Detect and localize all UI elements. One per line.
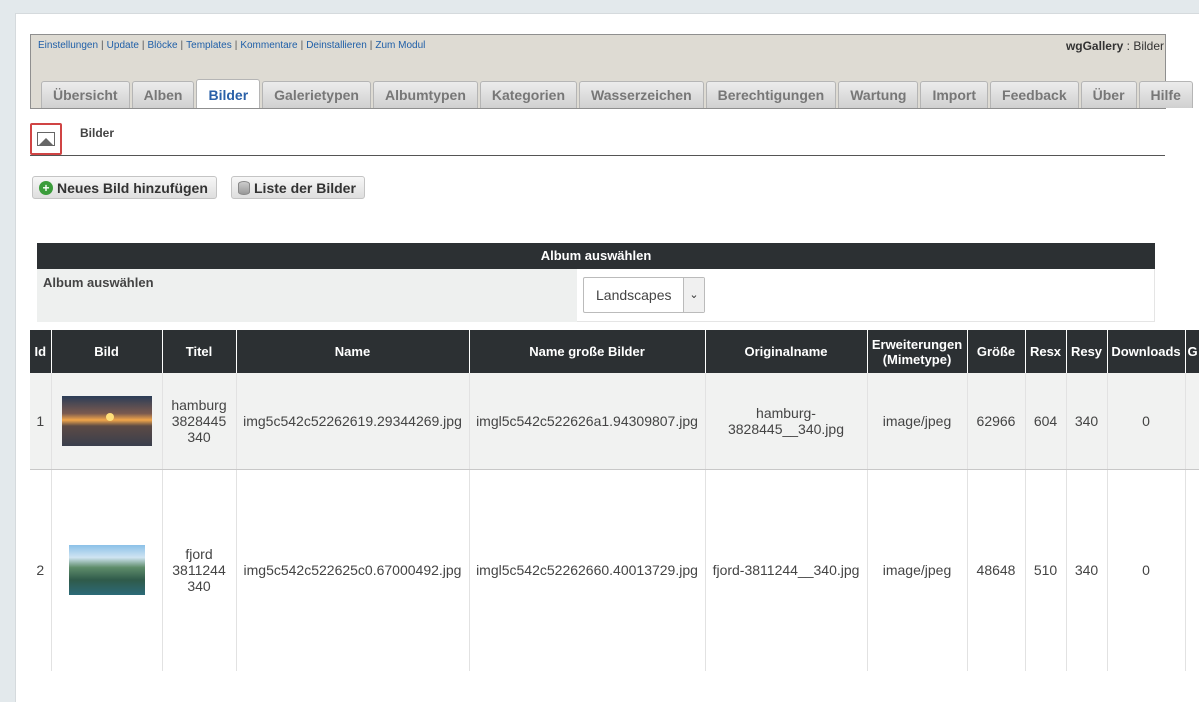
tab-uebersicht[interactable]: Übersicht: [41, 81, 130, 108]
tab-ueber[interactable]: Über: [1080, 81, 1137, 108]
sunset-photo[interactable]: [61, 395, 152, 446]
link-update[interactable]: Update: [107, 40, 139, 51]
cell-resx: 604: [1025, 373, 1067, 470]
cell-original: fjord-3811244__340.jpg: [705, 469, 868, 671]
tab-berechtigungen[interactable]: Berechtigungen: [705, 81, 837, 108]
tab-bar: Übersicht Alben Bilder Galerietypen Albu…: [41, 79, 1193, 108]
tab-bilder[interactable]: Bilder: [196, 79, 261, 108]
images-table: Id Bild Titel Name Name große Bilder Ori…: [30, 330, 1199, 671]
cell-mimetype: image/jpeg: [867, 469, 968, 671]
tab-kategorien[interactable]: Kategorien: [479, 81, 577, 108]
col-resx: Resx: [1025, 330, 1067, 373]
divider: [30, 155, 1165, 156]
link-kommentare[interactable]: Kommentare: [240, 40, 297, 51]
cell-downloads: 0: [1107, 469, 1186, 671]
link-deinstallieren[interactable]: Deinstallieren: [306, 40, 367, 51]
cell-name: img5c542c522625c0.67000492.jpg: [236, 469, 470, 671]
cell-original: hamburg-3828445__340.jpg: [705, 373, 868, 470]
module-header: Einstellungen | Update | Blöcke | Templates | Ko…: [30, 34, 1193, 109]
cell-id: 1: [30, 373, 52, 470]
col-downloads: Downloads: [1107, 330, 1186, 373]
module-title-sep: :: [1123, 39, 1134, 53]
cell-resy: 340: [1066, 373, 1108, 470]
col-size: Größe: [967, 330, 1026, 373]
page-title: Bilder: [80, 126, 115, 140]
col-name: Name: [236, 330, 470, 373]
col-resy: Resy: [1066, 330, 1108, 373]
col-bild: Bild: [51, 330, 163, 373]
album-select-label: Album auswählen: [37, 269, 577, 322]
col-titel: Titel: [162, 330, 237, 373]
cell-g: [1185, 469, 1199, 671]
add-image-label: Neues Bild hinzufügen: [57, 179, 208, 196]
tab-feedback[interactable]: Feedback: [990, 81, 1079, 108]
add-icon: +: [39, 180, 53, 195]
cell-mimetype: image/jpeg: [867, 373, 968, 470]
database-icon: [238, 180, 250, 195]
module-title: wgGallery : Bilder: [1066, 39, 1164, 53]
page-content: Einstellungen | Update | Blöcke | Templates | Ko…: [15, 13, 1199, 702]
chevron-down-icon[interactable]: ⌄: [683, 278, 704, 312]
add-image-button[interactable]: + Neues Bild hinzufügen: [32, 176, 217, 199]
table-row: 2 fjord 3811244 340 img5c542c522625c0.67…: [30, 469, 1199, 671]
link-bloecke[interactable]: Blöcke: [148, 40, 178, 51]
tab-wasserzeichen[interactable]: Wasserzeichen: [579, 81, 704, 108]
cell-thumb: [51, 469, 163, 671]
cell-size: 48648: [967, 469, 1026, 671]
col-mimetype: Erweiterungen (Mimetype): [867, 330, 968, 373]
cell-titel: hamburg 3828445 340: [162, 373, 237, 470]
album-form-row: Album auswählen Landscapes ⌄: [37, 269, 1155, 322]
tab-import[interactable]: Import: [920, 81, 989, 108]
tab-wartung[interactable]: Wartung: [838, 81, 919, 108]
col-name-large: Name große Bilder: [469, 330, 706, 373]
album-select-value: Landscapes: [596, 287, 672, 303]
cell-name: img5c542c52262619.29344269.jpg: [236, 373, 470, 470]
tab-albumtypen[interactable]: Albumtypen: [372, 81, 478, 108]
cell-size: 62966: [967, 373, 1026, 470]
tab-hilfe[interactable]: Hilfe: [1138, 81, 1193, 108]
table-header-row: Id Bild Titel Name Name große Bilder Ori…: [30, 330, 1199, 373]
col-id: Id: [30, 330, 52, 373]
module-links: Einstellungen | Update | Blöcke | Templates | Ko…: [38, 40, 426, 51]
link-templates[interactable]: Templates: [186, 40, 232, 51]
album-select[interactable]: Landscapes ⌄: [583, 277, 705, 313]
album-form-header: Album auswählen: [37, 243, 1155, 269]
image-list-label: Liste der Bilder: [254, 179, 356, 196]
link-zum-modul[interactable]: Zum Modul: [375, 40, 425, 51]
cell-downloads: 0: [1107, 373, 1186, 470]
module-section: Bilder: [1133, 39, 1164, 53]
tab-alben[interactable]: Alben: [131, 81, 195, 108]
link-einstellungen[interactable]: Einstellungen: [38, 40, 98, 51]
image-list-button[interactable]: Liste der Bilder: [231, 176, 365, 199]
cell-resy: 340: [1066, 469, 1108, 671]
cell-name-large: imgl5c542c522626a1.94309807.jpg: [469, 373, 706, 470]
col-originalname: Originalname: [705, 330, 868, 373]
cell-resx: 510: [1025, 469, 1067, 671]
module-name: wgGallery: [1065, 39, 1124, 53]
cell-name-large: imgl5c542c52262660.40013729.jpg: [469, 469, 706, 671]
image-icon: [30, 123, 62, 155]
cell-thumb: [51, 373, 163, 470]
cell-g: [1185, 373, 1199, 470]
table-row: 1 hamburg 3828445 340 img5c542c52262619.…: [30, 373, 1199, 470]
tab-galerietypen[interactable]: Galerietypen: [262, 81, 371, 108]
cell-titel: fjord 3811244 340: [162, 469, 237, 671]
fjord-photo[interactable]: [68, 545, 145, 596]
cell-id: 2: [30, 469, 52, 671]
col-mimetype-label: Erweiterungen (Mimetype): [871, 336, 963, 367]
col-g: G: [1185, 330, 1199, 373]
